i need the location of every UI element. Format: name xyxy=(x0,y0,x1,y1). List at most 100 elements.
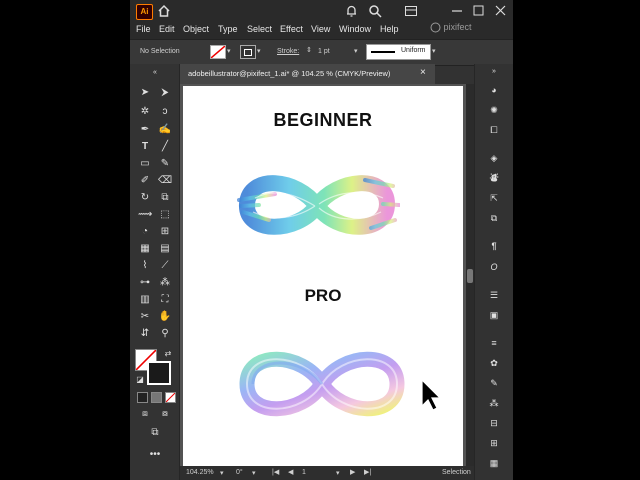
hand-tool-icon[interactable]: ✋ xyxy=(158,310,172,324)
fill-dropdown-icon[interactable]: ▾ xyxy=(227,47,231,55)
mesh-tool-icon[interactable]: ▦ xyxy=(138,242,152,256)
pen-tool-icon[interactable]: ✒ xyxy=(138,123,152,137)
gradient-tool-icon[interactable]: ▤ xyxy=(158,242,172,256)
stroke-weight-dropdown-icon[interactable]: ▾ xyxy=(354,47,358,55)
paintbrush-tool-icon[interactable]: ✎ xyxy=(158,157,172,171)
zoom-dropdown-icon[interactable]: ▾ xyxy=(220,469,224,477)
type-tool-icon[interactable]: T xyxy=(138,140,152,154)
default-colors-icon[interactable]: ◪ xyxy=(133,373,147,387)
line-tool-icon[interactable]: ╱ xyxy=(158,140,172,154)
measure-tool-icon[interactable]: ⌇ xyxy=(138,259,152,273)
artboard-number[interactable]: 1 xyxy=(302,469,306,476)
stroke-weight[interactable]: 1 pt xyxy=(318,48,330,55)
menu-select[interactable]: Select xyxy=(247,24,272,34)
smooth-infinity-art[interactable] xyxy=(237,344,407,424)
stroke-panel-icon[interactable]: ≡ xyxy=(487,337,501,349)
layers-panel-icon[interactable]: ◈ xyxy=(487,152,501,164)
next-artboard-icon[interactable]: ▶ xyxy=(350,468,355,476)
artboard[interactable]: BEGINNER PRO xyxy=(183,86,463,466)
links-panel-icon[interactable]: ▣ xyxy=(487,309,501,321)
stroke-color-box[interactable] xyxy=(147,361,171,385)
brushes-panel-icon[interactable]: ✎ xyxy=(487,377,501,389)
stroke-profile-select[interactable]: Uniform xyxy=(366,44,431,60)
menu-type[interactable]: Type xyxy=(218,24,238,34)
menu-help[interactable]: Help xyxy=(380,24,399,34)
layout-icon[interactable] xyxy=(405,6,417,16)
fill-swatch[interactable] xyxy=(210,45,226,59)
transform-panel-icon[interactable]: ▦ xyxy=(487,457,501,469)
vertical-scrollbar[interactable] xyxy=(466,84,474,466)
color-mode-button[interactable] xyxy=(137,392,148,403)
free-transform-tool-icon[interactable]: ⬚ xyxy=(158,208,172,222)
draw-inside-icon[interactable]: ⧇ xyxy=(158,406,172,420)
shaper-tool-icon[interactable]: ✐ xyxy=(138,174,152,188)
artboards-panel-icon[interactable]: ⧉ xyxy=(487,212,501,224)
blend-tool-icon[interactable]: ⊶ xyxy=(138,276,152,290)
artboard-tool-icon[interactable]: ⛶ xyxy=(158,293,172,307)
export-panel-icon[interactable]: ⇱ xyxy=(487,192,501,204)
close-document-icon[interactable]: × xyxy=(420,67,426,78)
close-icon[interactable] xyxy=(495,5,506,16)
more-tools-icon[interactable]: ••• xyxy=(148,448,162,462)
color-panel-icon[interactable]: ✺ xyxy=(487,104,501,116)
last-artboard-icon[interactable]: ▶| xyxy=(364,468,371,476)
bell-icon[interactable] xyxy=(345,4,358,18)
magic-wand-icon[interactable]: ✲ xyxy=(138,105,152,119)
align-panel-icon[interactable]: ⊟ xyxy=(487,417,501,429)
menu-file[interactable]: File xyxy=(136,24,151,34)
rotation-value[interactable]: 0° xyxy=(236,469,243,476)
menu-view[interactable]: View xyxy=(311,24,330,34)
image-trace-icon[interactable]: ⧠ xyxy=(487,124,501,136)
stroke-label[interactable]: Stroke: xyxy=(277,48,299,55)
gradient-mode-button[interactable] xyxy=(151,392,162,403)
home-icon[interactable] xyxy=(157,4,171,18)
opentype-panel-icon[interactable]: O xyxy=(487,261,501,273)
width-tool-icon[interactable]: ⟿ xyxy=(138,208,152,222)
maximize-icon[interactable] xyxy=(473,5,484,16)
zoom-level[interactable]: 104.25% xyxy=(186,469,214,476)
panel-collapse-icon[interactable]: « xyxy=(148,66,162,80)
rotation-dropdown-icon[interactable]: ▾ xyxy=(252,469,256,477)
first-artboard-icon[interactable]: |◀ xyxy=(272,468,279,476)
menu-object[interactable]: Object xyxy=(183,24,209,34)
menu-edit[interactable]: Edit xyxy=(159,24,175,34)
rotate-view-tool-icon[interactable]: ⇵ xyxy=(138,327,152,341)
direct-selection-tool-icon[interactable]: ⮞ xyxy=(158,86,172,100)
menu-window[interactable]: Window xyxy=(339,24,371,34)
swap-colors-icon[interactable]: ⇄ xyxy=(161,347,175,361)
scroll-thumb[interactable] xyxy=(467,269,473,283)
properties-panel-icon[interactable]: ☰ xyxy=(487,289,501,301)
selection-tool-icon[interactable]: ➤ xyxy=(138,86,152,100)
previous-artboard-icon[interactable]: ◀ xyxy=(288,468,293,476)
menu-effect[interactable]: Effect xyxy=(280,24,303,34)
eyedropper-tool-icon[interactable]: ⟋ xyxy=(158,259,172,273)
artboard-dropdown-icon[interactable]: ▾ xyxy=(336,469,340,477)
dock-collapse-icon[interactable]: » xyxy=(487,66,501,78)
symbol-sprayer-tool-icon[interactable]: ⁂ xyxy=(158,276,172,290)
rotate-tool-icon[interactable]: ↻ xyxy=(138,191,152,205)
appearance-panel-icon[interactable]: ◕ xyxy=(487,84,501,96)
search-icon[interactable] xyxy=(368,4,382,18)
curvature-tool-icon[interactable]: ✍ xyxy=(158,123,172,137)
profile-dropdown-icon[interactable]: ▾ xyxy=(432,47,436,55)
stroke-stepper-icon[interactable]: ⇕ xyxy=(306,46,312,54)
slice-tool-icon[interactable]: ✂ xyxy=(138,310,152,324)
none-mode-button[interactable] xyxy=(165,392,176,403)
stroke-dropdown-icon[interactable]: ▾ xyxy=(257,47,261,55)
eraser-tool-icon[interactable]: ⌫ xyxy=(158,174,172,188)
rectangle-tool-icon[interactable]: ▭ xyxy=(138,157,152,171)
document-tab[interactable]: adobeillustrator@pixifect_1.ai* @ 104.25… xyxy=(180,64,435,84)
symbols-panel-icon[interactable]: ⁂ xyxy=(487,397,501,409)
shape-builder-tool-icon[interactable]: ◔ xyxy=(138,225,152,239)
zoom-tool-icon[interactable]: ⚲ xyxy=(158,327,172,341)
brush-infinity-art[interactable] xyxy=(235,168,400,243)
screen-mode-icon[interactable]: ⧉ xyxy=(148,426,162,440)
scale-tool-icon[interactable]: ⧉ xyxy=(158,191,172,205)
pathfinder-panel-icon[interactable]: ⊞ xyxy=(487,437,501,449)
libraries-panel-icon[interactable]: ⛇ xyxy=(487,172,501,184)
column-graph-tool-icon[interactable]: ▥ xyxy=(138,293,152,307)
draw-mode-icon[interactable]: ⧈ xyxy=(138,406,152,420)
paragraph-panel-icon[interactable]: ¶ xyxy=(487,240,501,252)
swatches-panel-icon[interactable]: ✿ xyxy=(487,357,501,369)
minimize-icon[interactable] xyxy=(452,10,462,13)
